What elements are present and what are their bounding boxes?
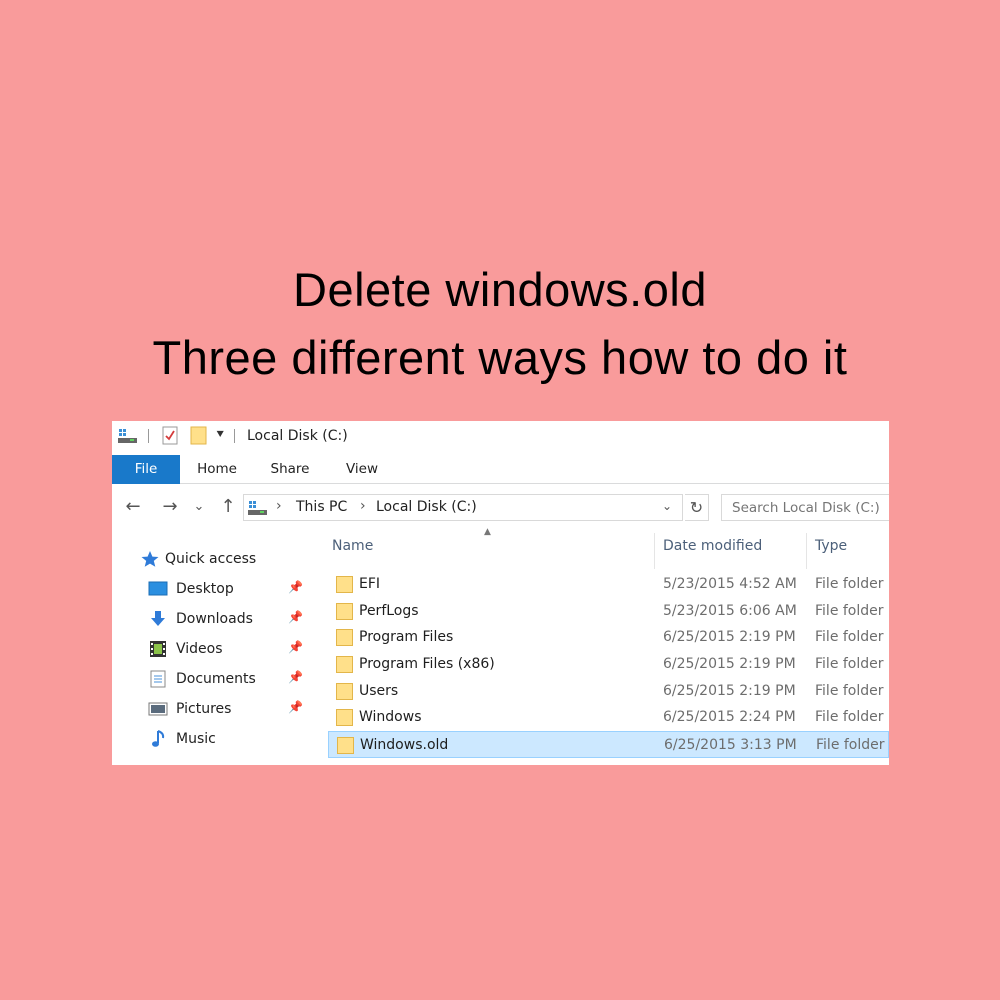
back-arrow-icon[interactable]: ← [120,495,146,519]
folder-icon [336,709,353,726]
sort-ascending-icon: ▲ [484,527,491,537]
folder-icon [336,683,353,700]
file-explorer-window: ⯆ Local Disk (C:) File Home Share View ←… [112,421,889,765]
sidebar-item-label: Pictures [176,701,232,717]
file-date-modified: 5/23/2015 4:52 AM [663,576,797,592]
file-name: PerfLogs [359,603,419,619]
column-header-date-modified[interactable]: Date modified [663,538,762,554]
column-divider[interactable] [654,533,655,569]
file-date-modified: 6/25/2015 2:19 PM [663,656,796,672]
tab-file[interactable]: File [112,455,180,484]
sidebar-item-label: Quick access [165,551,257,567]
sidebar-item-quick-access[interactable]: Quick access [112,545,317,573]
sidebar-item-label: Downloads [176,611,253,627]
file-row[interactable]: Program Files (x86) 6/25/2015 2:19 PM Fi… [328,651,889,678]
sidebar-item-desktop[interactable]: Desktop 📌 [112,575,317,603]
navigation-pane: Quick access Desktop 📌 Downloads 📌 Video… [112,531,322,765]
file-row[interactable]: PerfLogs 5/23/2015 6:06 AM File folder [328,598,889,625]
forward-arrow-icon[interactable]: → [157,495,183,519]
file-row[interactable]: Users 6/25/2015 2:19 PM File folder [328,678,889,705]
pin-icon[interactable]: 📌 [288,700,303,714]
pin-icon[interactable]: 📌 [288,580,303,594]
sidebar-item-videos[interactable]: Videos 📌 [112,635,317,663]
file-type: File folder [815,656,884,672]
column-divider[interactable] [806,533,807,569]
file-type: File folder [815,709,884,725]
file-type: File folder [815,576,884,592]
file-date-modified: 6/25/2015 2:19 PM [663,683,796,699]
headline-line-1: Delete windows.old [293,263,707,316]
folder-icon [336,576,353,593]
file-date-modified: 6/25/2015 2:24 PM [663,709,796,725]
properties-checklist-icon[interactable] [162,426,178,445]
document-icon [150,670,166,688]
pin-icon[interactable]: 📌 [288,670,303,684]
folder-icon [336,629,353,646]
file-name: Users [359,683,399,699]
window-title: Local Disk (C:) [247,428,348,444]
folder-icon [336,603,353,620]
file-name: Program Files [359,629,454,645]
pin-icon[interactable]: 📌 [288,610,303,624]
file-date-modified: 6/25/2015 2:19 PM [663,629,796,645]
music-note-icon [152,730,165,747]
file-name: Windows.old [360,737,449,753]
file-name: Windows [359,709,422,725]
customize-dropdown-icon[interactable]: ⯆ [215,428,225,443]
breadcrumb-chevron-icon[interactable]: › [276,498,282,514]
recent-locations-chevron-icon[interactable]: ⌄ [190,495,208,519]
search-input[interactable] [721,494,889,521]
sidebar-item-label: Music [176,731,216,747]
file-type: File folder [815,683,884,699]
sidebar-item-label: Documents [176,671,256,687]
file-list: ▲ Name Date modified Type EFI 5/23/2015 … [328,525,889,765]
file-type: File folder [815,629,884,645]
desktop-icon [148,581,168,596]
tab-home[interactable]: Home [184,455,250,484]
title-bar: ⯆ Local Disk (C:) [112,421,889,453]
address-bar[interactable]: › This PC › Local Disk (C:) ⌄ [243,494,683,521]
titlebar-divider [234,429,235,443]
file-date-modified: 5/23/2015 6:06 AM [663,603,797,619]
headline-line-2: Three different ways how to do it [152,331,848,384]
sidebar-item-label: Desktop [176,581,234,597]
folder-icon [337,737,354,754]
column-header-name[interactable]: Name [332,538,373,554]
sidebar-item-pictures[interactable]: Pictures 📌 [112,695,317,723]
ribbon-tabs: File Home Share View [112,455,889,484]
up-arrow-icon[interactable]: ↑ [215,495,241,519]
pin-icon[interactable]: 📌 [288,640,303,654]
tab-share[interactable]: Share [260,455,320,484]
film-icon [150,641,166,657]
sidebar-item-downloads[interactable]: Downloads 📌 [112,605,317,633]
file-row[interactable]: Windows 6/25/2015 2:24 PM File folder [328,704,889,731]
sidebar-item-documents[interactable]: Documents 📌 [112,665,317,693]
sidebar-item-music[interactable]: Music [112,725,317,753]
file-row-selected[interactable]: Windows.old 6/25/2015 3:13 PM File folde… [328,731,889,758]
file-date-modified: 6/25/2015 3:13 PM [664,737,797,753]
breadcrumb-this-pc[interactable]: This PC [296,499,347,515]
breadcrumb-local-disk[interactable]: Local Disk (C:) [376,499,477,515]
picture-icon [148,702,168,716]
breadcrumb-chevron-icon[interactable]: › [360,498,366,514]
drive-icon[interactable] [118,428,138,444]
tab-view[interactable]: View [332,455,392,484]
titlebar-divider [148,429,149,443]
star-icon [141,551,159,567]
new-folder-icon[interactable] [190,426,207,445]
this-pc-drive-icon [248,501,267,515]
file-row[interactable]: Program Files 6/25/2015 2:19 PM File fol… [328,624,889,651]
file-row[interactable]: EFI 5/23/2015 4:52 AM File folder [328,571,889,598]
file-type: File folder [815,603,884,619]
column-header-type[interactable]: Type [815,538,847,554]
file-name: Program Files (x86) [359,656,495,672]
address-dropdown-chevron-icon[interactable]: ⌄ [662,499,672,513]
file-name: EFI [359,576,381,592]
download-arrow-icon [151,611,165,626]
file-type: File folder [816,737,885,753]
sidebar-item-label: Videos [176,641,223,657]
navigation-bar: ← → ⌄ ↑ › This PC › Local Disk (C:) ⌄ ↻ [112,491,889,525]
folder-icon [336,656,353,673]
refresh-icon[interactable]: ↻ [685,494,709,521]
